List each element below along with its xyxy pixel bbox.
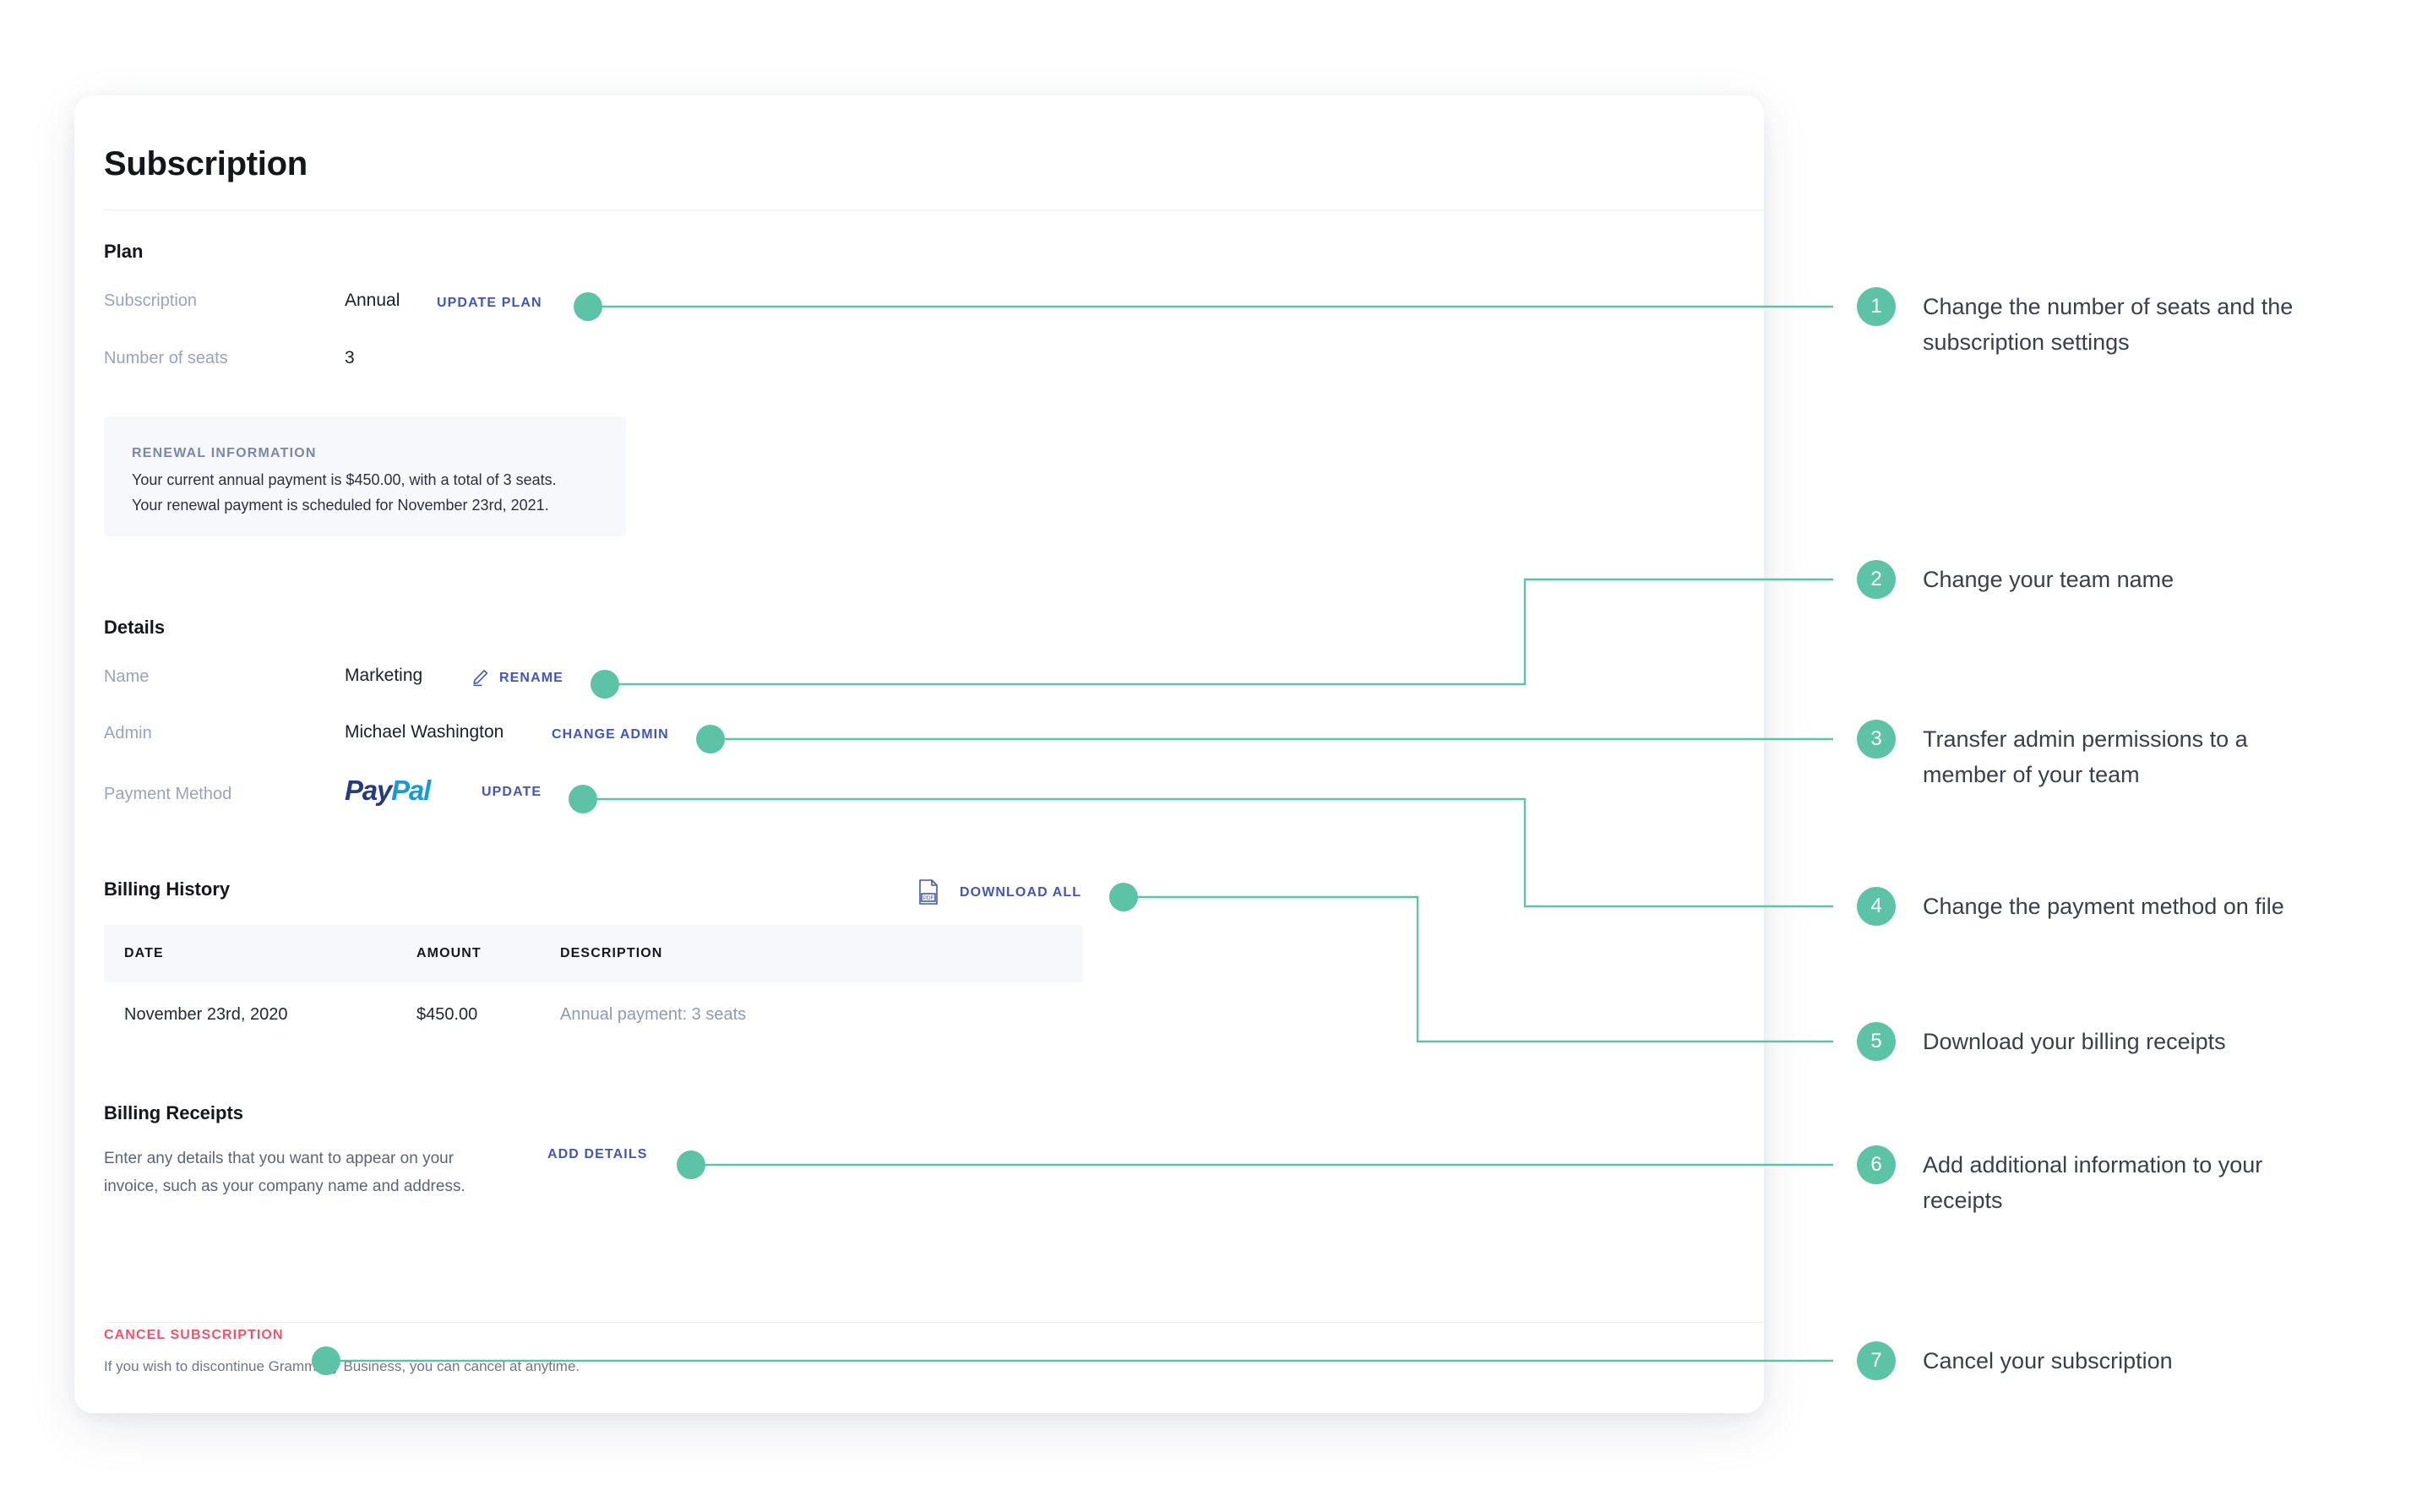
callout-text-7: Cancel your subscription bbox=[1923, 1348, 2173, 1373]
cell-date: November 23rd, 2020 bbox=[124, 1005, 288, 1024]
column-header-amount: AMOUNT bbox=[416, 946, 482, 960]
callout-number-6: 6 bbox=[1857, 1145, 1896, 1184]
update-payment-button[interactable]: UPDATE bbox=[482, 785, 542, 800]
cancel-subscription-button[interactable]: CANCEL SUBSCRIPTION bbox=[104, 1328, 284, 1343]
page-title: Subscription bbox=[104, 145, 308, 182]
pencil-icon bbox=[470, 665, 492, 687]
paypal-logo: PayPal bbox=[345, 775, 431, 807]
callout-text-6: Add additional information to your recei… bbox=[1923, 1152, 2263, 1213]
callout-number-3: 3 bbox=[1857, 720, 1896, 759]
rename-button[interactable]: RENAME bbox=[499, 671, 563, 686]
column-header-description: DESCRIPTION bbox=[560, 946, 663, 960]
download-all-button[interactable]: DOWNLOAD ALL bbox=[960, 885, 1081, 900]
update-plan-button[interactable]: UPDATE PLAN bbox=[437, 296, 542, 311]
change-admin-button[interactable]: CHANGE ADMIN bbox=[552, 727, 669, 742]
billing-receipts-description: Enter any details that you want to appea… bbox=[104, 1150, 465, 1195]
bottom-divider bbox=[104, 1322, 1764, 1323]
callout-number-5: 5 bbox=[1857, 1022, 1896, 1061]
callout-number-7: 7 bbox=[1857, 1341, 1896, 1380]
callout-number-1: 1 bbox=[1857, 287, 1896, 326]
cell-amount: $450.00 bbox=[416, 1005, 478, 1024]
paypal-logo-pal: Pal bbox=[391, 775, 431, 806]
paypal-logo-pay: Pay bbox=[345, 775, 392, 806]
renewal-line-1: Your current annual payment is $450.00, … bbox=[132, 471, 557, 488]
label-payment-method: Payment Method bbox=[104, 785, 232, 803]
callout-text-5: Download your billing receipts bbox=[1923, 1029, 2226, 1054]
subscription-card bbox=[74, 95, 1764, 1413]
pdf-download-icon: PDF bbox=[917, 878, 940, 910]
label-admin: Admin bbox=[104, 724, 152, 742]
title-divider bbox=[104, 209, 1764, 210]
label-number-of-seats: Number of seats bbox=[104, 349, 228, 367]
svg-text:PDF: PDF bbox=[923, 895, 934, 901]
callout-number-4: 4 bbox=[1857, 887, 1896, 926]
value-team-name: Marketing bbox=[345, 666, 423, 685]
callout-text-2: Change your team name bbox=[1923, 567, 2174, 592]
section-heading-billing-history: Billing History bbox=[104, 878, 231, 900]
callout-text-4: Change the payment method on file bbox=[1923, 894, 2284, 919]
callout-text-3: Transfer admin permissions to a member o… bbox=[1923, 726, 2248, 787]
section-heading-billing-receipts: Billing Receipts bbox=[104, 1102, 244, 1123]
value-admin: Michael Washington bbox=[345, 722, 504, 742]
label-subscription: Subscription bbox=[104, 291, 198, 310]
label-name: Name bbox=[104, 667, 150, 686]
callout-text-1: Change the number of seats and the subsc… bbox=[1923, 294, 2294, 355]
value-number-of-seats: 3 bbox=[345, 348, 355, 367]
add-details-button[interactable]: ADD DETAILS bbox=[547, 1147, 647, 1162]
cancel-subscription-note: If you wish to discontinue Grammarly Bus… bbox=[104, 1358, 580, 1374]
cell-description: Annual payment: 3 seats bbox=[560, 1005, 747, 1024]
value-subscription: Annual bbox=[345, 291, 400, 310]
renewal-line-2: Your renewal payment is scheduled for No… bbox=[132, 497, 549, 514]
section-heading-plan: Plan bbox=[104, 241, 144, 262]
callout-number-2: 2 bbox=[1857, 560, 1896, 599]
screenshot-root: Subscription Plan Subscription Annual UP… bbox=[0, 0, 2433, 1512]
section-heading-details: Details bbox=[104, 617, 166, 638]
renewal-information-title: RENEWAL INFORMATION bbox=[132, 446, 317, 460]
column-header-date: DATE bbox=[124, 946, 164, 960]
